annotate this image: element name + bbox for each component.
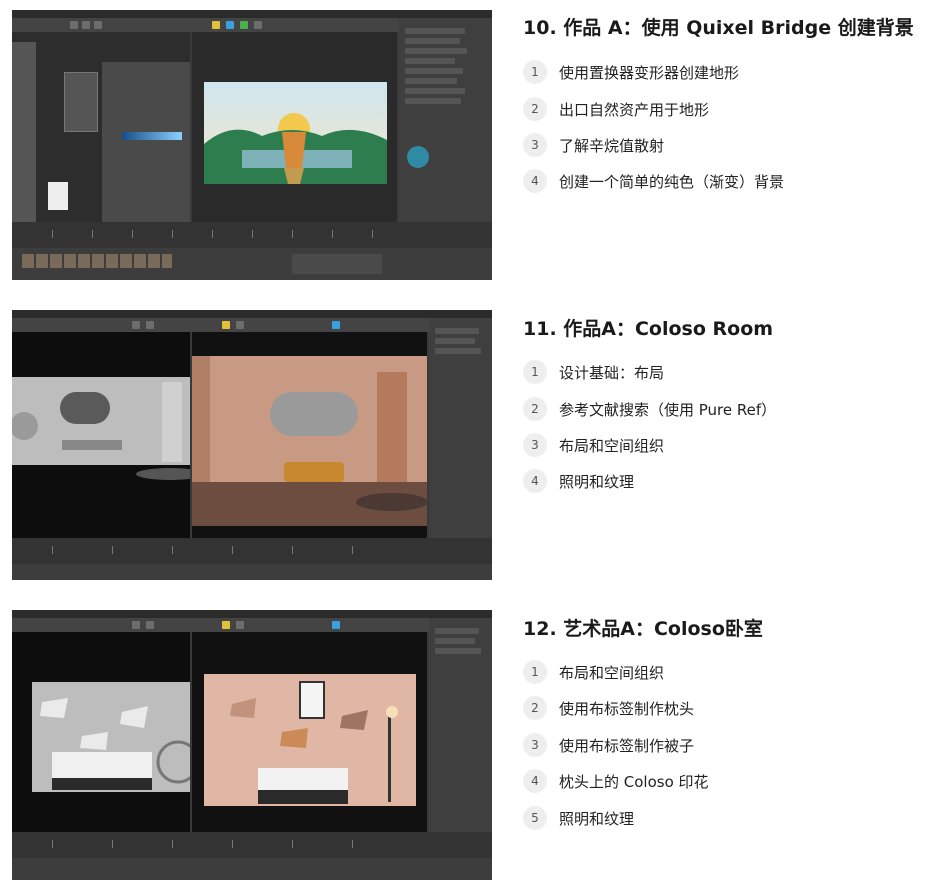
bedroom-render <box>204 674 416 806</box>
item-label: 使用布标签制作被子 <box>559 736 695 755</box>
editor-viewport <box>12 332 190 538</box>
item-number: 4 <box>523 169 547 193</box>
bedroom-wireframe <box>32 682 190 792</box>
item-label: 设计基础：布局 <box>559 363 665 382</box>
item-label: 照明和纹理 <box>559 472 635 491</box>
timeline <box>12 832 492 858</box>
toolbar-button <box>236 321 244 329</box>
toolbar-button <box>146 621 154 629</box>
toolbar-button <box>222 621 230 629</box>
item-number: 1 <box>523 360 547 384</box>
terrain-render <box>204 82 387 184</box>
screenshot-coloso-room <box>12 310 492 580</box>
item-number: 3 <box>523 133 547 157</box>
item-label: 使用置换器变形器创建地形 <box>559 63 740 82</box>
item-label: 布局和空间组织 <box>559 663 665 682</box>
item-label: 出口自然资产用于地形 <box>559 100 710 119</box>
node-editor <box>12 32 190 237</box>
item-label: 枕头上的 Coloso 印花 <box>559 772 709 791</box>
material-manager <box>12 564 492 580</box>
screenshot-coloso-bedroom <box>12 610 492 880</box>
app-menubar <box>12 10 492 18</box>
list-item: 2 出口自然资产用于地形 <box>523 95 709 123</box>
toolbar-button <box>332 621 340 629</box>
item-number: 4 <box>523 469 547 493</box>
toolbar-button <box>212 21 220 29</box>
room-render <box>192 356 427 526</box>
list-item: 1 设计基础：布局 <box>523 358 664 386</box>
section-title: 12. 艺术品A：Coloso卧室 <box>523 618 763 640</box>
list-item: 1 布局和空间组织 <box>523 658 664 686</box>
room-wireframe <box>12 377 190 480</box>
item-label: 布局和空间组织 <box>559 436 665 455</box>
item-number: 4 <box>523 769 547 793</box>
toolbar-button <box>132 621 140 629</box>
section-title: 11. 作品A：Coloso Room <box>523 318 774 340</box>
list-item: 4 照明和纹理 <box>523 467 634 495</box>
app-toolbar <box>12 318 492 332</box>
material-manager <box>12 858 492 880</box>
toolbar-button <box>132 321 140 329</box>
item-label: 创建一个简单的纯色（渐变）背景 <box>559 172 785 191</box>
render-viewport <box>192 32 397 222</box>
render-viewport <box>192 332 427 538</box>
list-item: 4 枕头上的 Coloso 印花 <box>523 767 709 795</box>
toolbar-button <box>94 21 102 29</box>
item-number: 3 <box>523 433 547 457</box>
toolbar-button <box>222 321 230 329</box>
section-title: 10. 作品 A：使用 Quixel Bridge 创建背景 <box>523 17 914 39</box>
toolbar-button <box>332 321 340 329</box>
item-number: 5 <box>523 806 547 830</box>
toolbar-button <box>146 321 154 329</box>
list-item: 3 了解辛烷值散射 <box>523 131 664 159</box>
list-item: 3 使用布标签制作被子 <box>523 731 694 759</box>
timeline <box>12 538 492 564</box>
app-menubar <box>12 310 492 318</box>
toolbar-button <box>240 21 248 29</box>
item-label: 照明和纹理 <box>559 809 635 828</box>
toolbar-button <box>82 21 90 29</box>
toolbar-button <box>226 21 234 29</box>
toolbar-button <box>236 621 244 629</box>
render-viewport <box>192 632 427 832</box>
item-number: 2 <box>523 696 547 720</box>
material-manager <box>12 248 492 280</box>
item-label: 使用布标签制作枕头 <box>559 699 695 718</box>
toolbar-button <box>70 21 78 29</box>
list-item: 4 创建一个简单的纯色（渐变）背景 <box>523 167 784 195</box>
item-number: 3 <box>523 733 547 757</box>
toolbar-button <box>254 21 262 29</box>
timeline <box>12 222 492 248</box>
item-number: 1 <box>523 60 547 84</box>
list-item: 5 照明和纹理 <box>523 804 634 832</box>
item-number: 2 <box>523 97 547 121</box>
app-menubar <box>12 610 492 618</box>
editor-viewport <box>12 632 190 832</box>
list-item: 2 使用布标签制作枕头 <box>523 694 694 722</box>
app-toolbar <box>12 618 492 632</box>
list-item: 1 使用置换器变形器创建地形 <box>523 58 739 86</box>
list-item: 2 参考文献搜索（使用 Pure Ref） <box>523 395 776 423</box>
item-number: 1 <box>523 660 547 684</box>
item-number: 2 <box>523 397 547 421</box>
item-label: 了解辛烷值散射 <box>559 136 665 155</box>
list-item: 3 布局和空间组织 <box>523 431 664 459</box>
item-label: 参考文献搜索（使用 Pure Ref） <box>559 400 777 419</box>
screenshot-quixel-bridge <box>12 10 492 280</box>
